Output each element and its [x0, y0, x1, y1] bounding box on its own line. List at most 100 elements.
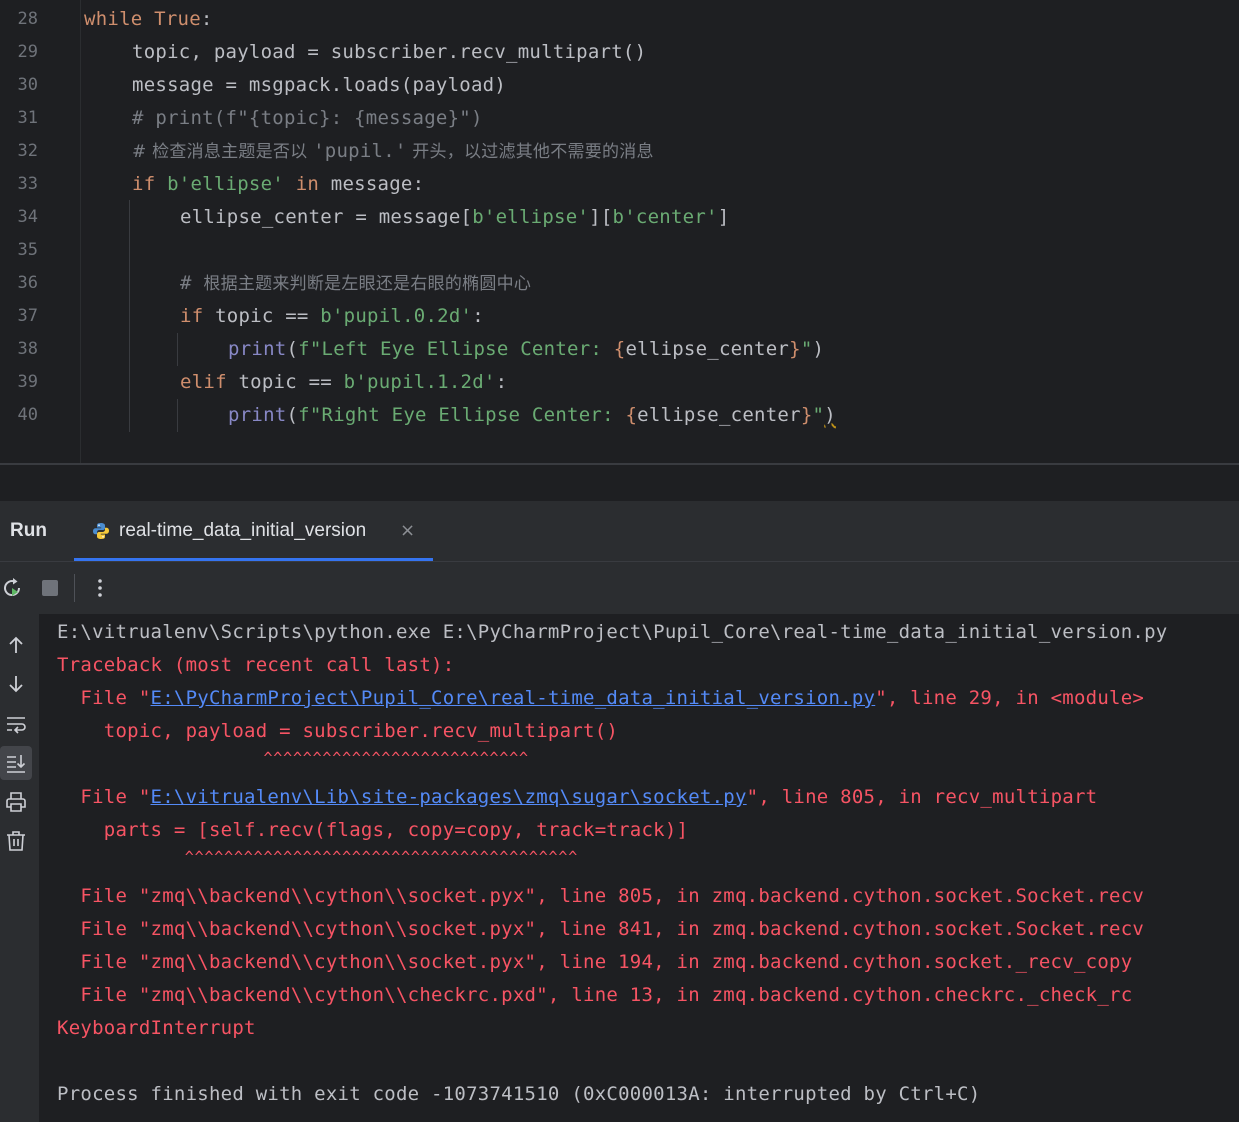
line-number-gutter: 28 29 30 31 32 33 34 35 36 37 38 39 40 [0, 0, 80, 463]
code-text: : [495, 371, 508, 393]
code-line-28: while True: [84, 3, 213, 36]
code-line-32: # 检查消息主题是否以 'pupil.' 开头，以过滤其他不需要的消息 [132, 135, 654, 169]
line-number: 37 [17, 306, 38, 326]
string-literal: b'ellipse' [167, 173, 284, 195]
comment-text: 开头，以过滤其他不需要的消息 [406, 142, 654, 162]
soft-wrap-icon[interactable] [4, 712, 28, 736]
run-tab-label: real-time_data_initial_version [119, 520, 367, 541]
scroll-to-end-icon[interactable] [4, 751, 28, 775]
console-traceback-frame: File "zmq\\backend\\cython\\socket.pyx",… [57, 885, 1145, 907]
console-traceback-frame: File "zmq\\backend\\cython\\socket.pyx",… [57, 918, 1145, 940]
console-exit-message: Process finished with exit code -1073741… [57, 1083, 981, 1105]
code-line-33: if b'ellipse' in message: [132, 168, 424, 201]
keyword: in [295, 173, 320, 195]
console-text: File " [57, 786, 151, 808]
code-text: ellipse_center [637, 404, 801, 426]
trash-icon[interactable] [4, 829, 28, 853]
line-number: 35 [17, 240, 38, 260]
console-traceback-frame: File "zmq\\backend\\cython\\socket.pyx",… [57, 951, 1133, 973]
comment-text: # 检查消息主题是否以 [132, 142, 314, 162]
code-text: ] [717, 206, 730, 228]
fstring-brace: } [800, 404, 813, 426]
code-line-40: print(f"Right Eye Ellipse Center: {ellip… [228, 399, 836, 432]
string-literal: b'center' [612, 206, 718, 228]
line-number: 38 [17, 339, 38, 359]
console-text: ", line 805, in recv_multipart [746, 786, 1098, 808]
toolbar-separator [74, 574, 75, 602]
console-text: ", line 29, in <module> [875, 687, 1145, 709]
rerun-icon[interactable] [0, 576, 24, 600]
arrow-up-icon[interactable] [4, 633, 28, 657]
console-traceback-frame: File "zmq\\backend\\cython\\checkrc.pxd"… [57, 984, 1133, 1006]
code-line-39: elif topic == b'pupil.1.2d': [180, 366, 507, 399]
code-line-37: if topic == b'pupil.0.2d': [180, 300, 484, 333]
code-text: ellipse_center [625, 338, 790, 360]
active-tab-indicator [74, 558, 433, 561]
line-number: 32 [17, 141, 38, 161]
comment-text: 根据主题来判断是左眼还是右眼的椭圆中心 [203, 274, 532, 294]
code-text: topic == [203, 305, 321, 327]
keyword: if [132, 173, 156, 195]
string-literal: " [812, 404, 825, 426]
console-exception: KeyboardInterrupt [57, 1017, 256, 1039]
more-vertical-icon[interactable] [88, 576, 112, 600]
code-text: ) [824, 404, 836, 426]
console-traceback-frame: File "E:\vitrualenv\Lib\site-packages\zm… [57, 781, 1097, 814]
arrow-down-icon[interactable] [4, 672, 28, 696]
line-number: 36 [17, 273, 38, 293]
code-line-31: # print(f"{topic}: {message}") [132, 107, 483, 129]
indent-guide [177, 333, 178, 366]
file-link[interactable]: E:\vitrualenv\Lib\site-packages\zmq\suga… [151, 786, 747, 808]
code-text: : [472, 305, 484, 327]
editor-padding [0, 465, 1239, 501]
code-line-38: print(f"Left Eye Ellipse Center: {ellips… [228, 333, 824, 366]
code-text: message: [319, 173, 425, 195]
code-line-29: topic, payload = subscriber.recv_multipa… [132, 41, 647, 63]
code-text: : [200, 8, 213, 30]
console-output[interactable]: E:\vitrualenv\Scripts\python.exe E:\PyCh… [39, 614, 1239, 1122]
indent-guide [129, 200, 130, 432]
code-text: ( [286, 338, 299, 360]
console-traceback-header: Traceback (most recent call last): [57, 654, 455, 676]
file-link[interactable]: E:\PyCharmProject\Pupil_Core\real-time_d… [151, 687, 876, 709]
console-traceback-caret: ^^^^^^^^^^^^^^^^^^^^^^^^^^^^^^^^^^^^^^^^ [57, 848, 579, 866]
indent-guide [177, 399, 178, 432]
stop-icon[interactable] [38, 576, 62, 600]
comment-text: 'pupil.' [313, 140, 407, 162]
line-number: 40 [17, 405, 38, 425]
line-number: 33 [17, 174, 38, 194]
string-literal: f"Right Eye Ellipse Center: [298, 404, 626, 426]
run-toolbar [0, 562, 1239, 614]
keyword: while [84, 8, 143, 30]
line-number: 31 [17, 108, 38, 128]
builtin-function: print [228, 404, 287, 426]
code-editor[interactable]: 28 29 30 31 32 33 34 35 36 37 38 39 40 w… [0, 0, 1239, 463]
code-text: ellipse_center = message[ [180, 206, 473, 228]
console-command-line: E:\vitrualenv\Scripts\python.exe E:\PyCh… [57, 621, 1168, 643]
code-text: ( [286, 404, 299, 426]
console-side-toolbar [0, 614, 39, 1122]
line-number: 30 [17, 75, 38, 95]
print-icon[interactable] [4, 790, 28, 814]
line-number: 39 [17, 372, 38, 392]
code-text: ) [812, 338, 825, 360]
string-literal: b'pupil.0.2d' [320, 305, 473, 327]
run-tab[interactable]: real-time_data_initial_version × [74, 501, 433, 561]
run-header: Run real-time_data_initial_version × [0, 501, 1239, 562]
fstring-brace: { [625, 404, 638, 426]
console-traceback-caret: ^^^^^^^^^^^^^^^^^^^^^^^^^^^ [57, 749, 529, 767]
string-literal: " [800, 338, 813, 360]
fstring-brace: } [789, 338, 801, 360]
comment-text: # [180, 272, 204, 294]
line-number: 34 [17, 207, 38, 227]
line-number: 28 [17, 9, 38, 29]
console-traceback-frame: File "E:\PyCharmProject\Pupil_Core\real-… [57, 682, 1144, 715]
close-icon[interactable]: × [400, 521, 415, 541]
keyword: if [180, 305, 204, 327]
code-text: ][ [589, 206, 613, 228]
run-title: Run [10, 520, 47, 541]
run-tool-window: Run real-time_data_initial_version × E:\… [0, 501, 1239, 1122]
code-line-30: message = msgpack.loads(payload) [132, 74, 507, 96]
code-text: topic == [226, 371, 344, 393]
gutter-divider [80, 0, 81, 463]
